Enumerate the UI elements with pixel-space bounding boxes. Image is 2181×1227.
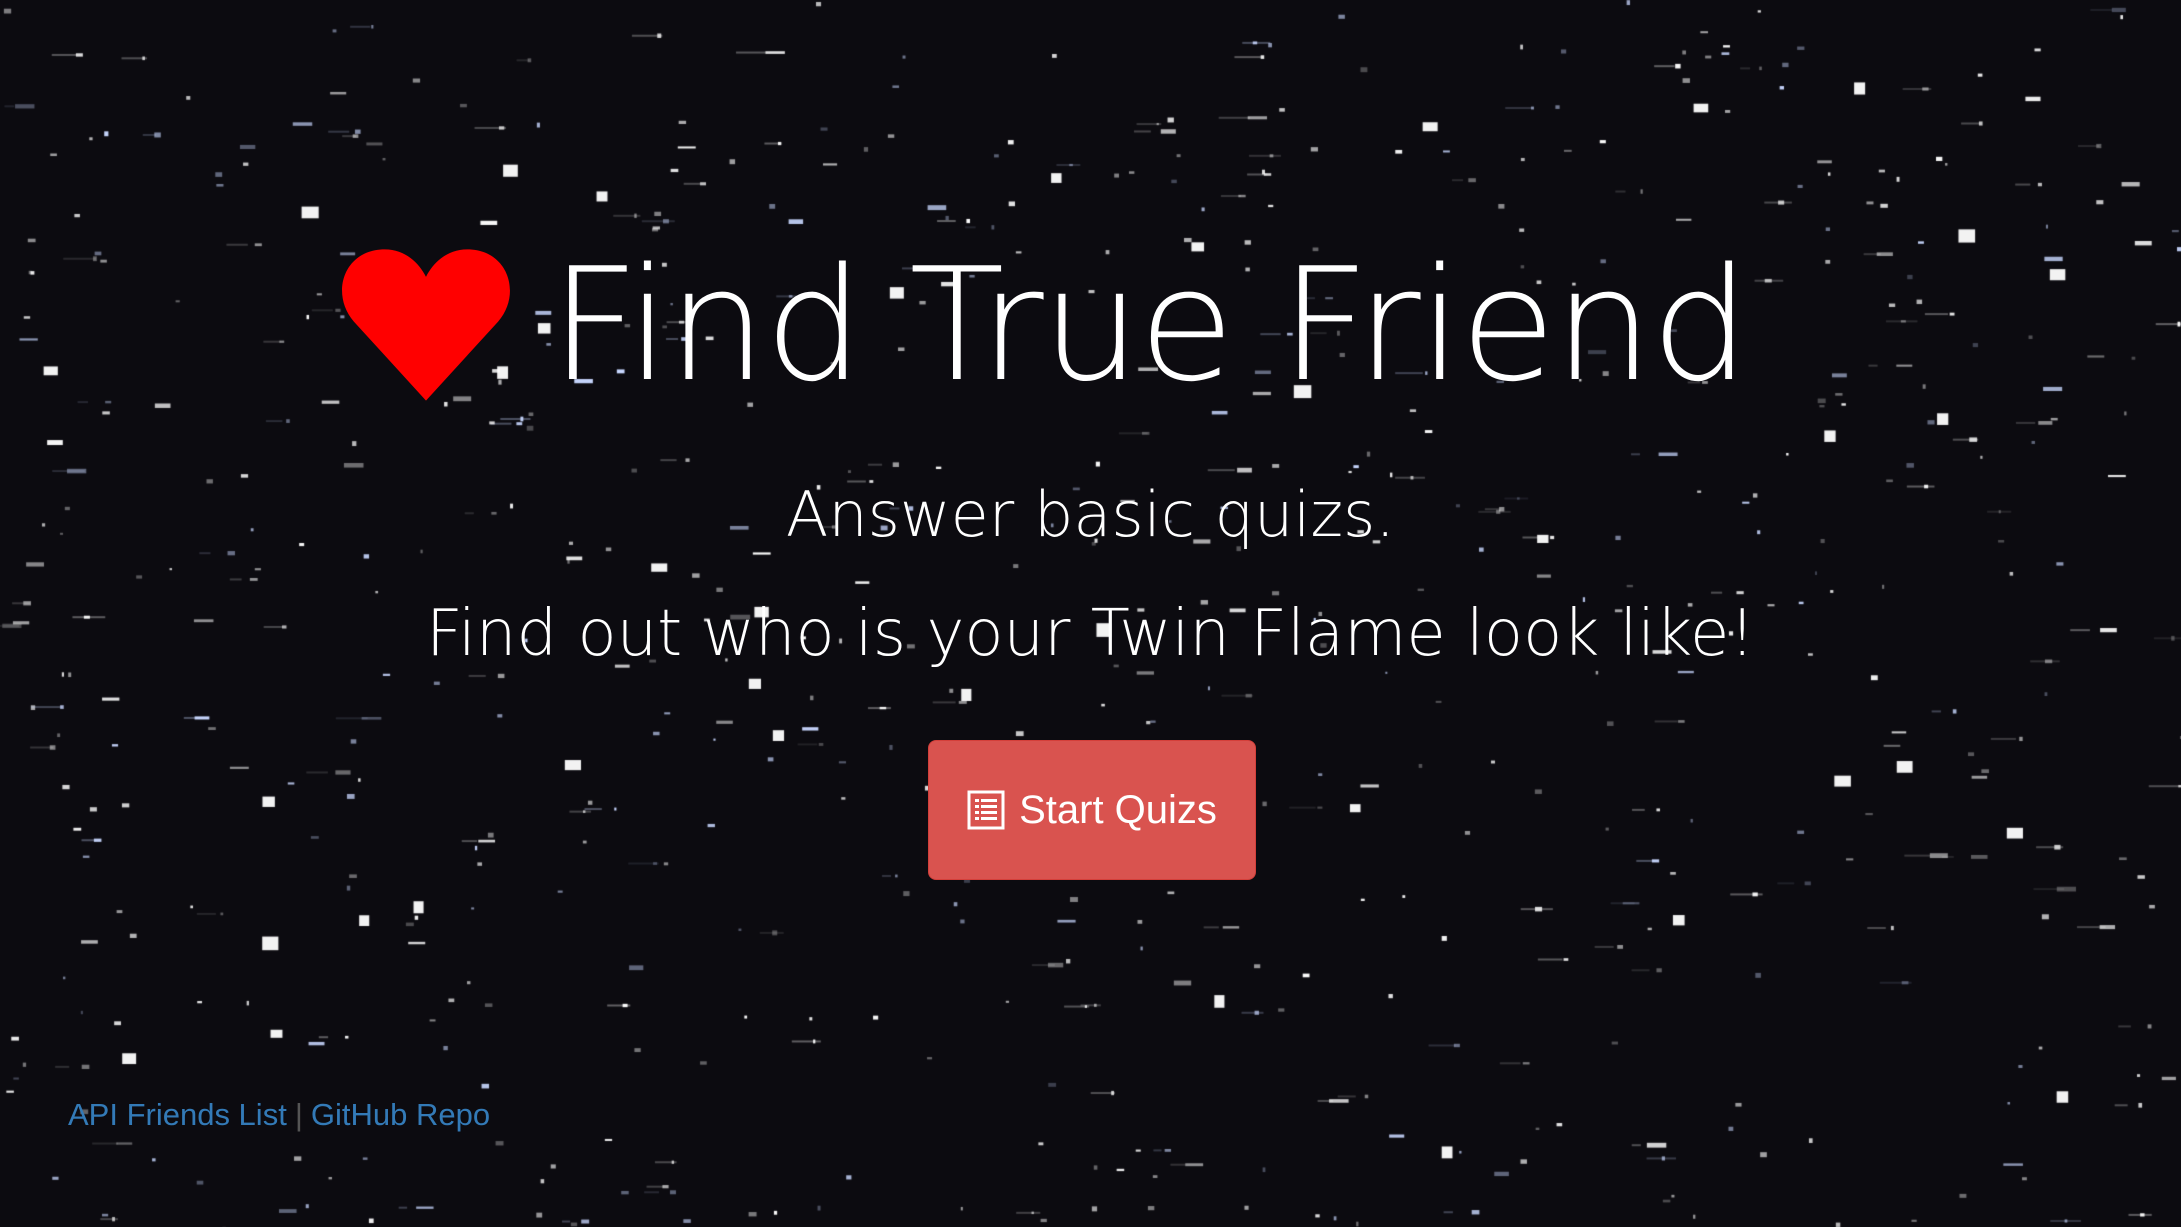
footer-separator: | <box>294 1097 303 1132</box>
landing-page: Find True Friend Answer basic quizs. Fin… <box>0 0 2181 1227</box>
api-friends-list-link[interactable]: API Friends List <box>68 1097 287 1132</box>
page-title: Find True Friend <box>550 234 1750 416</box>
github-repo-link[interactable]: GitHub Repo <box>311 1097 490 1132</box>
subtitle-tagline: Find out who is your Twin Flame look lik… <box>425 597 1756 671</box>
start-quizs-label: Start Quizs <box>1019 787 1217 832</box>
footer-links: API Friends List | GitHub Repo <box>68 1097 490 1133</box>
heart-icon <box>342 249 510 401</box>
start-quizs-button[interactable]: Start Quizs <box>928 740 1256 880</box>
hero-title: Find True Friend <box>340 225 1750 425</box>
subtitle-instructions: Answer basic quizs. <box>785 478 1396 551</box>
list-icon <box>967 790 1005 830</box>
